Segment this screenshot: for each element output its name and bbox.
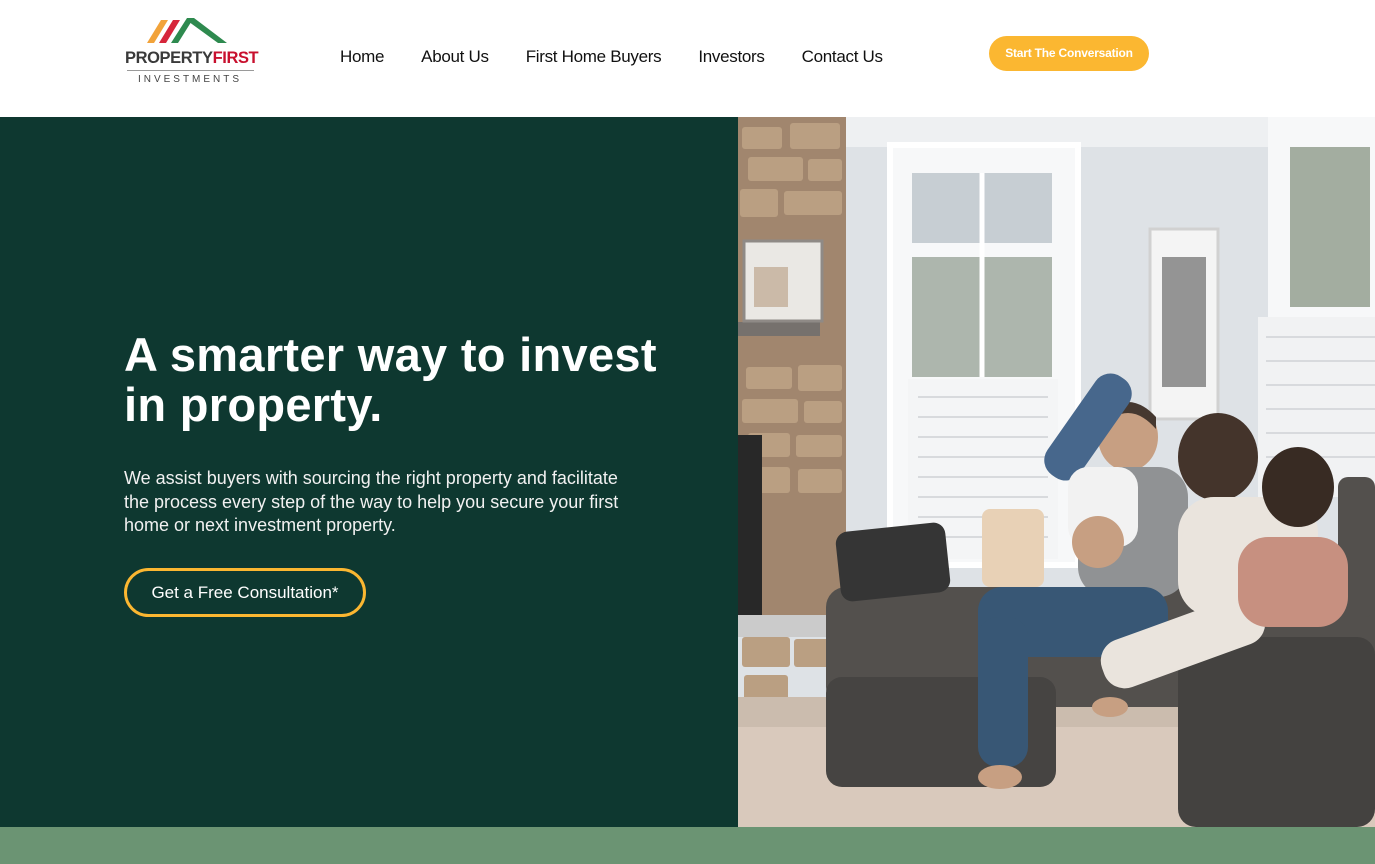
nav-first-home-buyers[interactable]: First Home Buyers (526, 44, 662, 70)
hero-description: We assist buyers with sourcing the right… (124, 468, 619, 535)
nav-contact-us[interactable]: Contact Us (802, 44, 883, 70)
logo-tagline: INVESTMENTS (137, 74, 243, 85)
nav-home[interactable]: Home (340, 44, 384, 70)
logo-divider (127, 70, 254, 71)
logo-wordmark: PROPERTYFIRST (125, 49, 259, 67)
footer-band (0, 827, 1375, 864)
house-roof-stripes-icon (147, 18, 227, 43)
nav-investors[interactable]: Investors (698, 44, 765, 70)
site-header: PROPERTYFIRST INVESTMENTS Home About Us … (0, 0, 1375, 117)
hero-title: A smarter way to invest in property. (124, 328, 657, 431)
nav-about-us[interactable]: About Us (421, 44, 489, 70)
start-conversation-button[interactable]: Start The Conversation (989, 36, 1149, 71)
hero-section: A smarter way to invest in property. We … (0, 117, 738, 827)
main-navigation: Home About Us First Home Buyers Investor… (340, 44, 920, 70)
family-playing-on-sofa-photo (738, 117, 1375, 827)
free-consultation-button[interactable]: Get a Free Consultation* (124, 568, 366, 617)
company-logo[interactable]: PROPERTYFIRST INVESTMENTS (125, 15, 260, 90)
